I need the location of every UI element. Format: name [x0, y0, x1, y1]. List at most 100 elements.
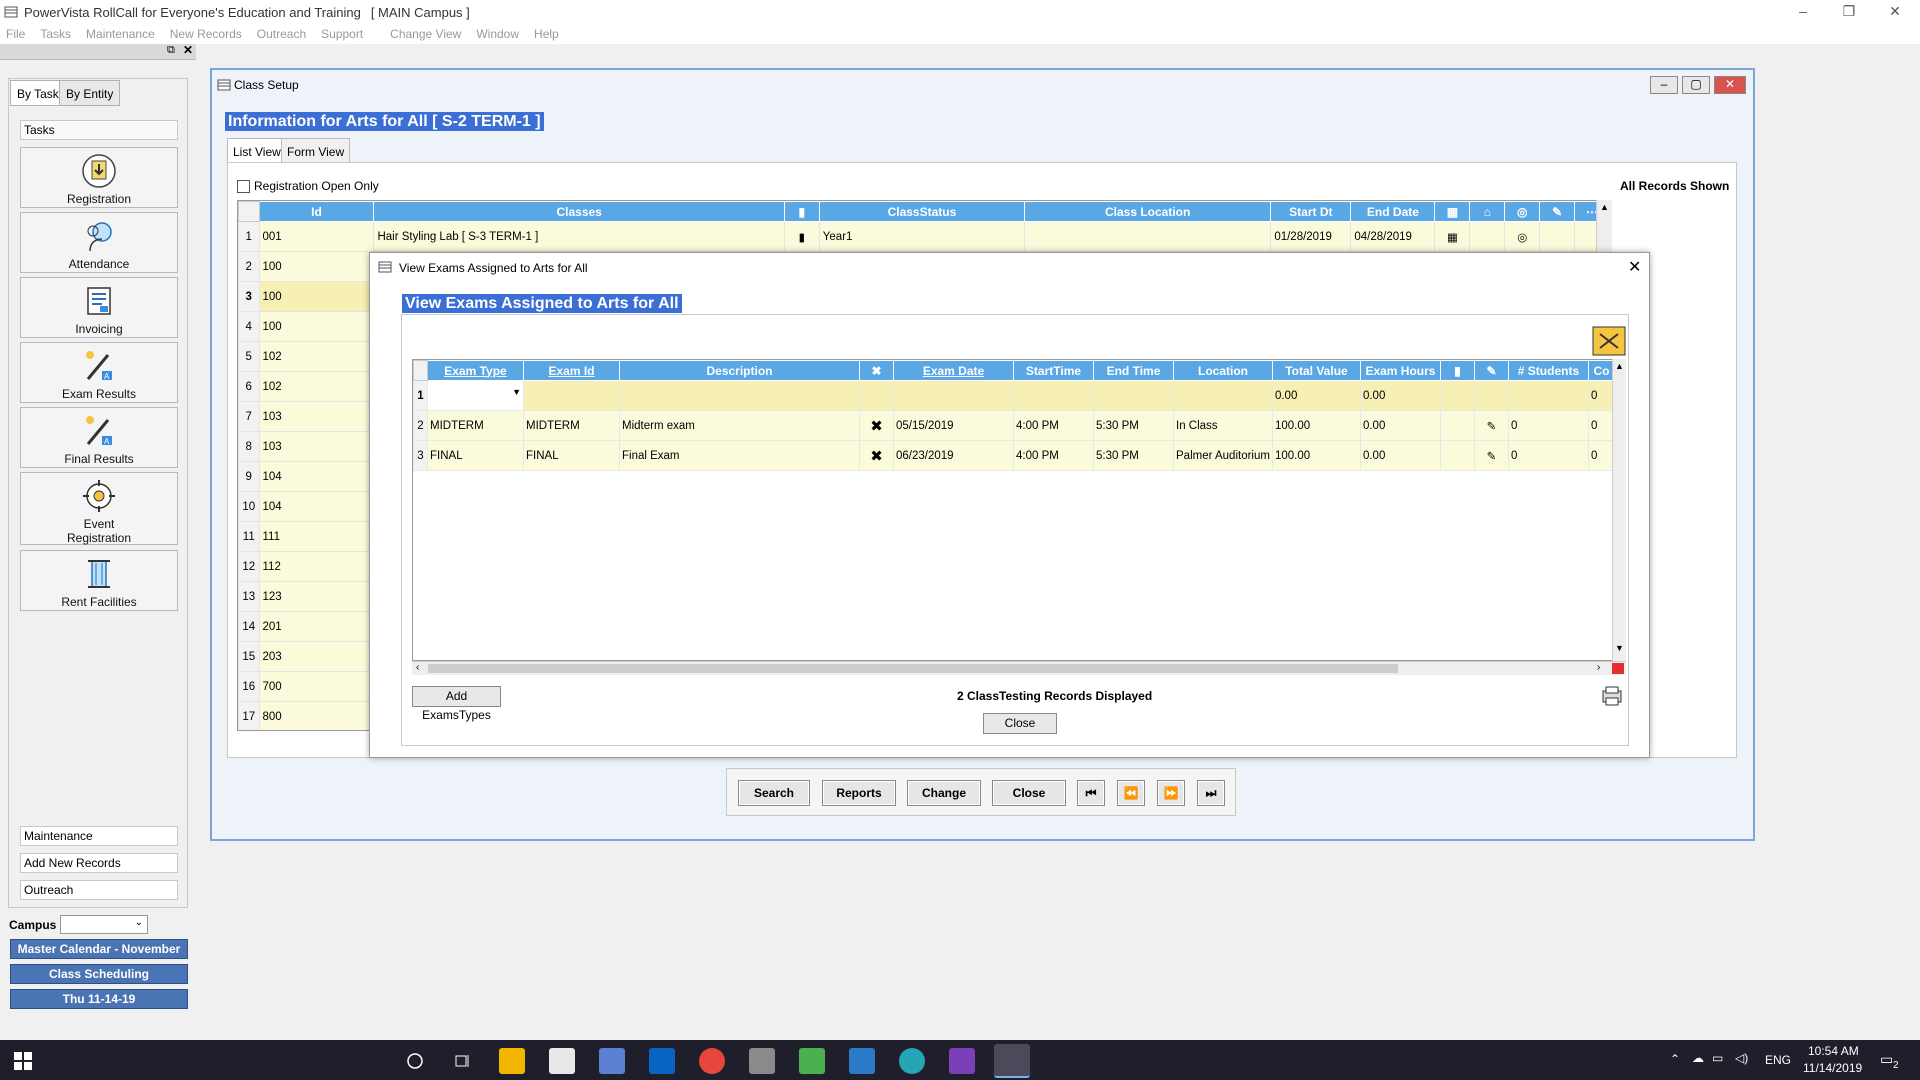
scroll-down-icon[interactable]: ▼	[1615, 643, 1624, 653]
cell-doc[interactable]: ▮	[783, 221, 820, 252]
cell-exam-date[interactable]: 06/23/2019	[893, 440, 1014, 471]
col-building-icon[interactable]: ⌂	[1469, 201, 1506, 222]
snipping-tool-icon[interactable]	[549, 1048, 575, 1074]
table-row[interactable]: 1 001 Hair Styling Lab [ S-3 TERM-1 ] ▮ Year…	[238, 221, 1608, 252]
section-maintenance[interactable]: Maintenance	[20, 826, 178, 846]
col-class-status[interactable]: ClassStatus	[818, 201, 1026, 222]
pencil-icon[interactable]: ✎	[1473, 440, 1509, 471]
col-exam-id[interactable]: Exam Id	[523, 360, 620, 381]
tray-chevron-icon[interactable]: ⌃	[1670, 1052, 1680, 1066]
scroll-right-icon[interactable]: ›	[1597, 662, 1600, 673]
scrollbar-thumb[interactable]	[428, 664, 1398, 673]
cell-id[interactable]: 700	[258, 671, 375, 702]
cell-exam-hours[interactable]: 0.00	[1359, 440, 1441, 471]
chevron-down-icon[interactable]: ▼	[512, 387, 521, 397]
table-row[interactable]: 2 MIDTERM MIDTERM Midterm exam ✖ 05/15/2…	[413, 410, 1615, 441]
minimize-icon[interactable]: –	[1780, 0, 1826, 24]
registration-open-checkbox[interactable]	[237, 179, 250, 193]
close-button[interactable]: Close	[992, 780, 1066, 806]
minimize-icon[interactable]: –	[1650, 76, 1678, 94]
cell-id[interactable]: 104	[258, 491, 375, 522]
cell-id[interactable]: 104	[258, 461, 375, 492]
cell-description[interactable]: Final Exam	[619, 440, 860, 471]
cell-doc[interactable]	[1439, 440, 1475, 471]
cell-exam-date[interactable]	[893, 380, 1014, 411]
cell-co[interactable]: 0	[1587, 380, 1615, 411]
cell-id[interactable]: 800	[258, 701, 375, 730]
col-attendance-icon[interactable]: ◎	[1504, 201, 1541, 222]
col-end-time[interactable]: End Time	[1093, 360, 1174, 381]
cell-id[interactable]: 112	[258, 551, 375, 582]
cell-delete[interactable]	[859, 380, 894, 411]
cell-exam-id[interactable]: FINAL	[523, 440, 620, 471]
table-row[interactable]: 3 FINAL FINAL Final Exam ✖ 06/23/2019 4:…	[413, 440, 1615, 471]
cell-status[interactable]: Year1	[818, 221, 1026, 252]
cell-exam-type[interactable]: FINAL	[427, 440, 524, 471]
menu-support[interactable]: Support	[321, 27, 363, 41]
cell-id[interactable]: 102	[258, 341, 375, 372]
first-record-icon[interactable]: ⏮	[1077, 780, 1105, 806]
exam-results-button[interactable]: A Exam Results	[20, 342, 178, 403]
powervista-taskbar-icon[interactable]	[994, 1044, 1030, 1078]
section-outreach[interactable]: Outreach	[20, 880, 178, 900]
cell-exam-date[interactable]: 05/15/2019	[893, 410, 1014, 441]
panel-close-icon[interactable]: ✕	[183, 43, 193, 57]
col-students[interactable]: # Students	[1507, 360, 1589, 381]
chrome-icon[interactable]	[699, 1048, 725, 1074]
cell-building[interactable]	[1469, 221, 1506, 252]
cell-exam-type[interactable]: MIDTERM	[427, 410, 524, 441]
cell-id[interactable]: 201	[258, 611, 375, 642]
col-location[interactable]: Location	[1173, 360, 1273, 381]
exams-vertical-scrollbar[interactable]: ▲ ▼	[1612, 359, 1626, 661]
event-registration-button[interactable]: Event Registration	[20, 472, 178, 545]
cell-start[interactable]: 01/28/2019	[1270, 221, 1352, 252]
reports-button[interactable]: Reports	[822, 780, 896, 806]
invoicing-button[interactable]: Invoicing	[20, 277, 178, 338]
close-icon[interactable]: ✕	[1628, 257, 1641, 277]
search-button[interactable]: Search	[738, 780, 810, 806]
exams-horizontal-scrollbar[interactable]: ‹ ›	[412, 661, 1626, 675]
cell-exam-hours[interactable]: 0.00	[1359, 410, 1441, 441]
cell-calendar[interactable]: ▦	[1434, 221, 1471, 252]
cell-exam-hours[interactable]: 0.00	[1359, 380, 1441, 411]
clock-time[interactable]: 10:54 AM	[1808, 1044, 1859, 1058]
delete-x-icon[interactable]: ✖	[859, 440, 894, 471]
cell-exam-id[interactable]	[523, 380, 620, 411]
chart-app-icon[interactable]	[799, 1048, 825, 1074]
tab-list-view[interactable]: List View	[227, 138, 287, 164]
delete-x-icon[interactable]: ✖	[859, 410, 894, 441]
exam-tool-icon[interactable]	[1592, 326, 1626, 356]
cell-doc[interactable]	[1439, 380, 1475, 411]
cell-end-time[interactable]: 5:30 PM	[1093, 440, 1174, 471]
col-description[interactable]: Description	[619, 360, 860, 381]
menu-window[interactable]: Window	[476, 27, 519, 41]
menu-file[interactable]: File	[6, 27, 25, 41]
change-button[interactable]: Change	[907, 780, 981, 806]
col-class-location[interactable]: Class Location	[1024, 201, 1272, 222]
restore-icon[interactable]: ❐	[1826, 0, 1872, 24]
menu-tasks[interactable]: Tasks	[40, 27, 71, 41]
col-co[interactable]: Co	[1587, 360, 1615, 381]
menu-outreach[interactable]: Outreach	[257, 27, 306, 41]
cell-pencil[interactable]	[1539, 221, 1576, 252]
cell-id[interactable]: 001	[258, 221, 375, 252]
cell-start-time[interactable]	[1013, 380, 1094, 411]
date-button[interactable]: Thu 11-14-19	[10, 989, 188, 1009]
tools-icon[interactable]	[749, 1048, 775, 1074]
col-exam-type[interactable]: Exam Type	[427, 360, 524, 381]
previous-record-icon[interactable]: ⏪	[1117, 780, 1145, 806]
cell-id[interactable]: 100	[258, 281, 375, 312]
final-results-button[interactable]: A Final Results	[20, 407, 178, 468]
cell-class[interactable]: Hair Styling Lab [ S-3 TERM-1 ]	[373, 221, 785, 252]
cloud-icon[interactable]: ☁	[1692, 1051, 1704, 1065]
cell-id[interactable]: 100	[258, 311, 375, 342]
task-view-icon[interactable]	[454, 1052, 472, 1070]
col-pencil-icon[interactable]: ✎	[1473, 360, 1509, 381]
cell-co[interactable]: 0	[1587, 440, 1615, 471]
file-explorer-icon[interactable]	[499, 1048, 525, 1074]
col-calendar-icon[interactable]: ▦	[1434, 201, 1471, 222]
cell-students[interactable]: 0	[1507, 440, 1589, 471]
cell-attendance[interactable]: ◎	[1504, 221, 1541, 252]
col-end-date[interactable]: End Date	[1350, 201, 1436, 222]
cell-end-time[interactable]	[1093, 380, 1174, 411]
